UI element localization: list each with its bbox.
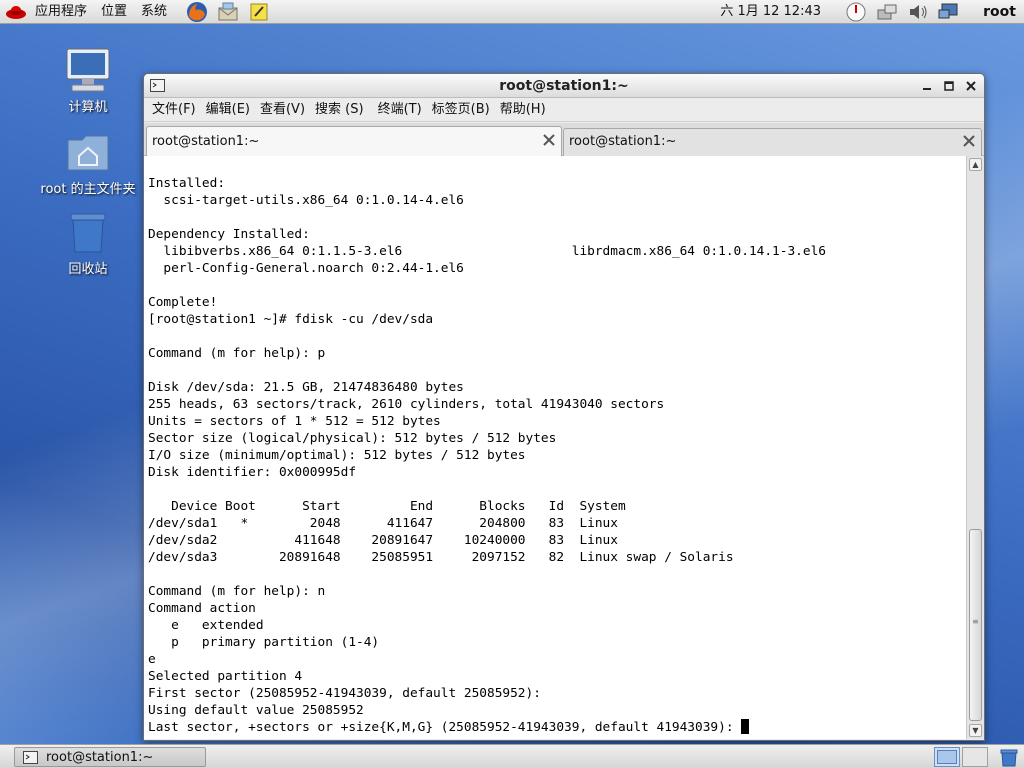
top-panel: 应用程序 位置 系统 六 1月 12 12:43 root xyxy=(0,0,1024,24)
terminal-line: /dev/sda3 20891648 25085951 2097152 82 L… xyxy=(148,550,734,565)
menu-system[interactable]: 系统 xyxy=(134,0,174,24)
desktop-icon-computer[interactable]: 计算机 xyxy=(38,46,138,115)
tab-bar: root@station1:~ root@station1:~ xyxy=(144,123,984,157)
taskbar-window-button[interactable]: root@station1:~ xyxy=(14,747,206,767)
title-bar[interactable]: root@station1:~ xyxy=(144,74,984,98)
terminal-line: Sector size (logical/physical): 512 byte… xyxy=(148,431,557,446)
terminal-line: [root@station1 ~]# fdisk -cu /dev/sda xyxy=(148,312,434,327)
desktop-icon-trash[interactable]: 回收站 xyxy=(38,208,138,277)
terminal-line: /dev/sda2 411648 20891647 10240000 83 Li… xyxy=(148,533,618,548)
desktop-icon-label: root 的主文件夹 xyxy=(40,182,136,197)
terminal-line: Disk /dev/sda: 21.5 GB, 21474836480 byte… xyxy=(148,380,464,395)
terminal-line: Complete! xyxy=(148,295,218,310)
computer-icon xyxy=(64,46,112,94)
desktop-icon-home[interactable]: root 的主文件夹 xyxy=(38,128,138,197)
menu-help[interactable]: 帮助(H) xyxy=(495,99,551,121)
redhat-logo-icon[interactable] xyxy=(4,2,28,22)
taskbar-label: root@station1:~ xyxy=(46,749,154,765)
window-title: root@station1:~ xyxy=(499,78,629,94)
maximize-button[interactable] xyxy=(940,77,958,95)
terminal-line: Installed: xyxy=(148,176,226,191)
workspace-1[interactable] xyxy=(934,747,960,767)
tab-label: root@station1:~ xyxy=(569,134,677,149)
terminal-line: Dependency Installed: xyxy=(148,227,310,242)
menu-applications[interactable]: 应用程序 xyxy=(28,0,94,24)
bottom-panel: root@station1:~ xyxy=(0,744,1024,768)
scroll-up-arrow-icon[interactable]: ▲ xyxy=(969,158,982,171)
terminal-line: Disk identifier: 0x000995df xyxy=(148,465,357,480)
firefox-launcher-icon[interactable] xyxy=(186,1,208,23)
terminal-line: /dev/sda1 * 2048 411647 204800 83 Linux xyxy=(148,516,618,531)
menu-view[interactable]: 查看(V) xyxy=(255,99,310,121)
tab-2[interactable]: root@station1:~ xyxy=(563,128,982,156)
terminal-line: scsi-target-utils.x86_64 0:1.0.14-4.el6 xyxy=(148,193,464,208)
terminal-line: Command action xyxy=(148,601,256,616)
terminal-line: Command (m for help): n xyxy=(148,584,326,599)
notes-launcher-icon[interactable] xyxy=(248,1,270,23)
trash-icon xyxy=(64,208,112,256)
tab-close-icon[interactable] xyxy=(962,134,976,148)
network-icon[interactable] xyxy=(874,1,900,23)
terminal-prompt-line: Last sector, +sectors or +size{K,M,G} (2… xyxy=(148,719,826,736)
workspace-2[interactable] xyxy=(962,747,988,767)
trash-applet-icon[interactable] xyxy=(998,747,1020,767)
text-cursor xyxy=(741,719,750,734)
update-notifier-icon[interactable] xyxy=(843,1,869,23)
volume-icon[interactable] xyxy=(905,1,931,23)
menu-search[interactable]: 搜索 (S) xyxy=(310,99,369,121)
terminal-area[interactable]: Installed: scsi-target-utils.x86_64 0:1.… xyxy=(144,156,966,739)
terminal-icon xyxy=(23,750,38,764)
terminal-line: libibverbs.x86_64 0:1.1.5-3.el6 librdmac… xyxy=(148,244,826,259)
mail-launcher-icon[interactable] xyxy=(217,1,239,23)
tab-1[interactable]: root@station1:~ xyxy=(146,126,562,157)
terminal-line: Selected partition 4 xyxy=(148,669,303,684)
scroll-down-arrow-icon[interactable]: ▼ xyxy=(969,724,982,737)
menu-terminal[interactable]: 终端(T) xyxy=(373,99,427,121)
terminal-line: e extended xyxy=(148,618,264,633)
scrollbar[interactable]: ▲ ≡ ▼ xyxy=(966,156,984,739)
terminal-prompt-text: Last sector, +sectors or +size{K,M,G} (2… xyxy=(148,720,742,735)
terminal-line: p primary partition (1-4) xyxy=(148,635,380,650)
terminal-line: 255 heads, 63 sectors/track, 2610 cylind… xyxy=(148,397,665,412)
menu-places[interactable]: 位置 xyxy=(94,0,134,24)
close-button[interactable] xyxy=(962,77,980,95)
minimize-button[interactable] xyxy=(918,77,936,95)
user-name[interactable]: root xyxy=(983,0,1016,24)
desktop-icon-label: 计算机 xyxy=(68,100,108,115)
terminal-line: First sector (25085952-41943039, default… xyxy=(148,686,541,701)
menu-bar: 文件(F) 编辑(E) 查看(V) 搜索 (S) 终端(T) 标签页(B) 帮助… xyxy=(144,98,984,122)
menu-file[interactable]: 文件(F) xyxy=(147,99,201,121)
terminal-line: Using default value 25085952 xyxy=(148,703,364,718)
terminal-line: Command (m for help): p xyxy=(148,346,326,361)
terminal-output: Installed: scsi-target-utils.x86_64 0:1.… xyxy=(148,175,826,736)
terminal-line: Units = sectors of 1 * 512 = 512 bytes xyxy=(148,414,441,429)
terminal-line: I/O size (minimum/optimal): 512 bytes / … xyxy=(148,448,526,463)
terminal-window: root@station1:~ 文件(F) 编辑(E) 查看(V) 搜索 (S)… xyxy=(143,73,985,741)
display-icon[interactable] xyxy=(936,1,962,23)
menu-edit[interactable]: 编辑(E) xyxy=(201,99,255,121)
scroll-thumb[interactable]: ≡ xyxy=(969,529,982,721)
clock[interactable]: 六 1月 12 12:43 xyxy=(720,0,821,24)
menu-tabs[interactable]: 标签页(B) xyxy=(427,99,495,121)
desktop-icon-label: 回收站 xyxy=(68,262,108,277)
system-tray xyxy=(843,0,962,24)
home-folder-icon xyxy=(64,128,112,176)
tab-label: root@station1:~ xyxy=(152,134,260,149)
terminal-line: perl-Config-General.noarch 0:2.44-1.el6 xyxy=(148,261,464,276)
grip-icon: ≡ xyxy=(972,617,979,626)
tab-close-icon[interactable] xyxy=(542,133,556,147)
terminal-line: e xyxy=(148,652,156,667)
terminal-line: Device Boot Start End Blocks Id System xyxy=(148,499,626,514)
